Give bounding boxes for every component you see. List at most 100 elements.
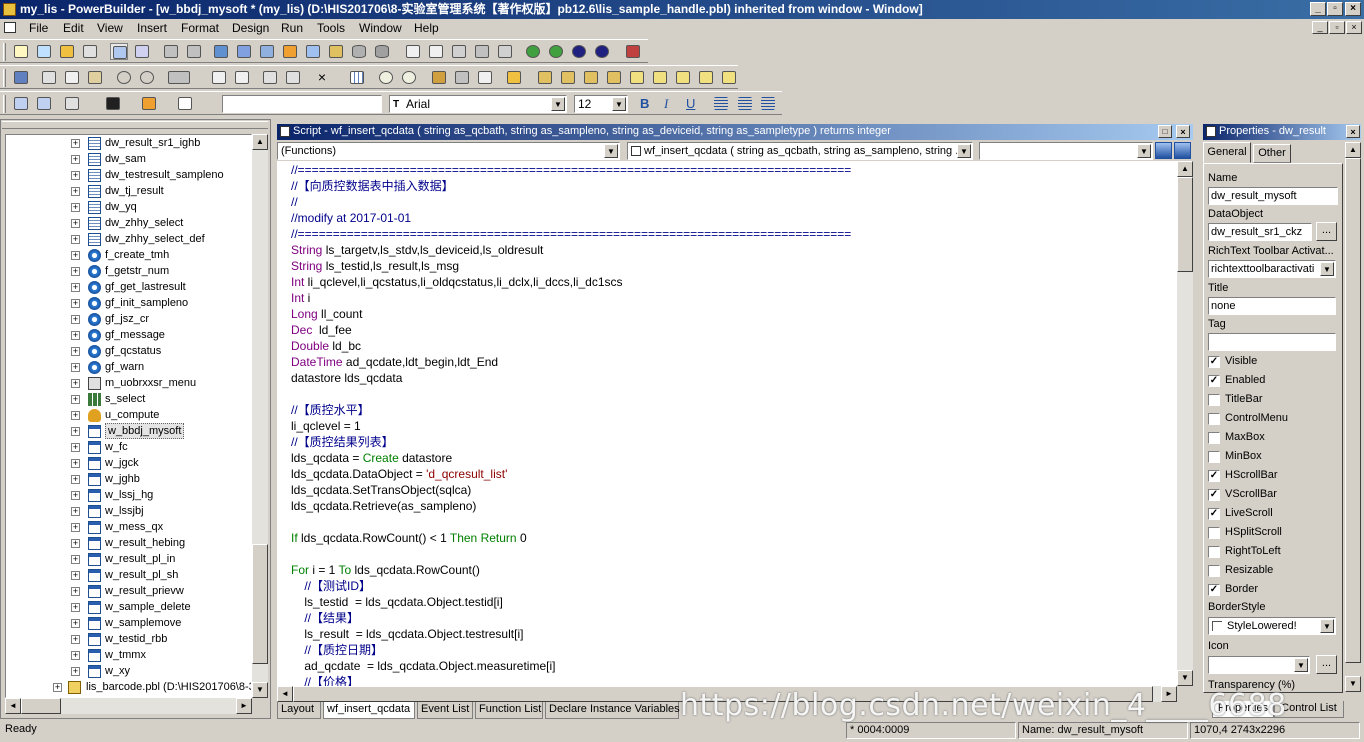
tree-item[interactable]: + w_bbdj_mysoft	[6, 423, 251, 439]
inherit-icon[interactable]	[35, 43, 53, 60]
script-tab[interactable]: Layout	[277, 702, 321, 719]
scroll-thumb[interactable]	[1177, 177, 1193, 272]
expand-icon[interactable]: +	[71, 283, 80, 292]
font-name-dropdown[interactable]: T Arial ▼	[389, 95, 567, 113]
code-line[interactable]: //======================================…	[291, 162, 851, 178]
split-vertical-icon[interactable]	[1174, 142, 1191, 159]
expand-icon[interactable]: +	[71, 331, 80, 340]
expand-icon[interactable]: +	[71, 219, 80, 228]
tree-item[interactable]: + dw_sam	[6, 151, 251, 167]
expand-icon[interactable]: +	[71, 523, 80, 532]
checkbox[interactable]	[1208, 394, 1220, 406]
menu-run[interactable]: Run	[281, 21, 303, 35]
chevron-down-icon[interactable]: ▼	[612, 97, 626, 111]
expand-icon[interactable]: +	[71, 555, 80, 564]
code-line[interactable]: lds_qcdata.Retrieve(as_sampleno)	[291, 498, 476, 514]
properties-close-icon[interactable]: ×	[1346, 125, 1360, 138]
tree-item[interactable]: + gf_get_lastresult	[6, 279, 251, 295]
checkbox[interactable]	[1208, 546, 1220, 558]
tree-item[interactable]: + w_result_pl_sh	[6, 567, 251, 583]
menu-file[interactable]: File	[29, 21, 48, 35]
debug-run-icon[interactable]	[547, 43, 565, 60]
expand-icon[interactable]: +	[71, 459, 80, 468]
tree-item[interactable]: + m_uobrxxsr_menu	[6, 375, 251, 391]
style-input[interactable]	[222, 95, 382, 113]
tree-item[interactable]: + w_testid_rbb	[6, 631, 251, 647]
toolbar-grip-3[interactable]	[3, 95, 6, 113]
underline-button[interactable]: U	[686, 96, 695, 111]
scroll-thumb[interactable]	[1345, 158, 1361, 663]
close-icon[interactable]: ×	[1345, 2, 1361, 16]
code-line[interactable]: ad_qcdate = lds_qcdata.Object.measuretim…	[291, 658, 555, 674]
expand-icon[interactable]: +	[71, 363, 80, 372]
scroll-up-icon[interactable]: ▲	[1345, 142, 1361, 158]
library-painter-icon[interactable]	[110, 43, 128, 60]
code-line[interactable]: ls_result = lds_qcdata.Object.testresult…	[291, 626, 523, 642]
expand-icon[interactable]: +	[71, 571, 80, 580]
expand-icon[interactable]: +	[71, 539, 80, 548]
align-right-icon[interactable]	[759, 95, 777, 112]
lock3-icon[interactable]	[582, 69, 600, 86]
expand-icon[interactable]: +	[71, 587, 80, 596]
toolbar-grip[interactable]	[3, 43, 6, 61]
code-line[interactable]: //【结果】	[291, 610, 359, 626]
tree-item[interactable]: + w_result_pl_in	[6, 551, 251, 567]
debug-icon[interactable]	[524, 43, 542, 60]
scroll-down-icon[interactable]: ▼	[1177, 670, 1193, 686]
run-select-icon[interactable]	[593, 43, 611, 60]
code-line[interactable]: //【质控结果列表】	[291, 434, 394, 450]
code-line[interactable]: lds_qcdata.DataObject = 'd_qcresult_list…	[291, 466, 507, 482]
menu-insert[interactable]: Insert	[137, 21, 167, 35]
tree-item[interactable]: + w_result_prievw	[6, 583, 251, 599]
checkbox[interactable]: ✓	[1208, 508, 1220, 520]
expand-icon[interactable]: +	[53, 683, 62, 692]
name-field[interactable]: dw_result_mysoft	[1208, 187, 1338, 205]
code-line[interactable]: String ls_targetv,ls_stdv,ls_deviceid,ls…	[291, 242, 543, 258]
lock6-icon[interactable]	[651, 69, 669, 86]
expand-icon[interactable]: +	[71, 315, 80, 324]
open-icon[interactable]	[58, 43, 76, 60]
expand-icon[interactable]: +	[71, 139, 80, 148]
tree-item[interactable]: + w_xy	[6, 663, 251, 679]
layer-front-icon[interactable]	[12, 95, 30, 112]
deploy-icon[interactable]	[185, 43, 203, 60]
align-left-icon[interactable]	[712, 95, 730, 112]
script-vertical-scrollbar[interactable]: ▲ ▼	[1177, 161, 1193, 686]
code-line[interactable]: datastore lds_qcdata	[291, 370, 402, 386]
preview-icon[interactable]	[81, 43, 99, 60]
chevron-down-icon[interactable]: ▼	[1294, 658, 1308, 672]
code-line[interactable]: //【价格】	[291, 674, 359, 686]
tab-general[interactable]: General	[1203, 142, 1251, 163]
tree-item[interactable]: + w_lssj_hg	[6, 487, 251, 503]
scroll-left-icon[interactable]: ◄	[277, 686, 293, 702]
toolbar-grip-2[interactable]	[3, 69, 6, 87]
chevron-down-icon[interactable]: ▼	[604, 144, 618, 158]
checkbox[interactable]: ✓	[1208, 356, 1220, 368]
expand-icon[interactable]: +	[71, 427, 80, 436]
menu-tools[interactable]: Tools	[317, 21, 345, 35]
window-painter-icon[interactable]	[212, 43, 230, 60]
restore-icon[interactable]: ▫	[1327, 2, 1343, 16]
pipeline-icon[interactable]	[450, 43, 468, 60]
italic-button[interactable]: I	[664, 96, 668, 112]
layer-back-icon[interactable]	[35, 95, 53, 112]
code-line[interactable]: //======================================…	[291, 226, 851, 242]
uncomment-icon[interactable]	[233, 69, 251, 86]
find-icon[interactable]	[377, 69, 395, 86]
checkbox[interactable]	[1208, 413, 1220, 425]
text-color-icon[interactable]	[104, 95, 134, 112]
tag-field[interactable]	[1208, 333, 1336, 351]
paste-icon[interactable]	[86, 69, 104, 86]
expand-icon[interactable]: +	[71, 171, 80, 180]
checkbox[interactable]	[1208, 527, 1220, 539]
mdi-restore-icon[interactable]: ▫	[1329, 21, 1345, 34]
copy-icon[interactable]	[63, 69, 81, 86]
code-line[interactable]: Int li_qclevel,li_qcstatus,li_oldqcstatu…	[291, 274, 623, 290]
code-line[interactable]: Int i	[291, 290, 310, 306]
expand-icon[interactable]: +	[71, 155, 80, 164]
code-line[interactable]: ls_testid = lds_qcdata.Object.testid[i]	[291, 594, 502, 610]
checkbox[interactable]: ✓	[1208, 470, 1220, 482]
tree-item[interactable]: + gf_message	[6, 327, 251, 343]
tree-item[interactable]: + gf_init_sampleno	[6, 295, 251, 311]
menu-edit[interactable]: Edit	[63, 21, 84, 35]
